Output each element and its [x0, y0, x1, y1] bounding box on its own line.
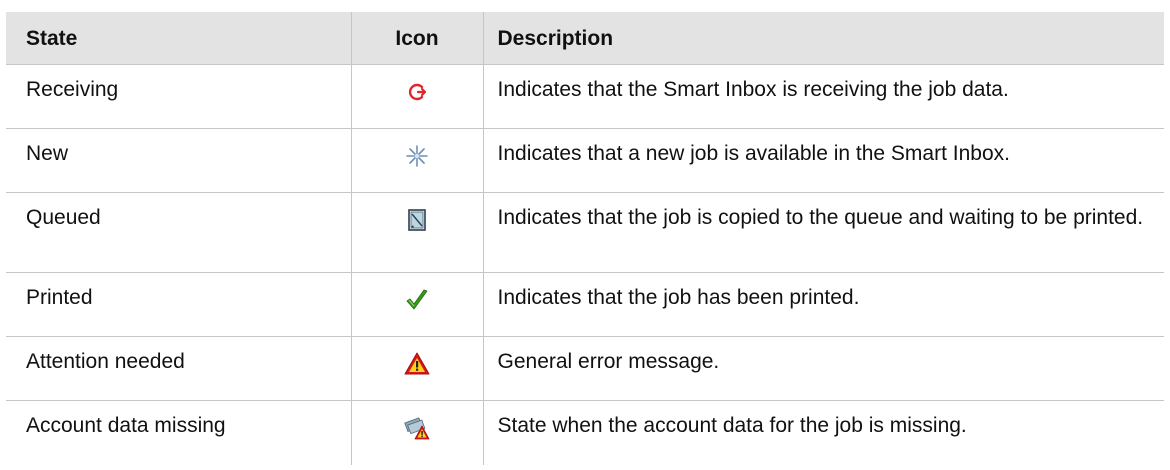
new-sparkle-icon — [404, 143, 430, 169]
description-cell: General error message. — [482, 336, 1164, 401]
receiving-icon — [404, 79, 430, 105]
state-cell: New — [6, 128, 351, 193]
table-row-printed: Printed Indicates that the job has been … — [6, 272, 1164, 337]
state-cell: Attention needed — [6, 336, 351, 401]
table-row-queued: Queued Indicates that the job is copied … — [6, 192, 1164, 273]
description-cell: Indicates that the job has been printed. — [482, 272, 1164, 337]
account-data-missing-icon — [404, 415, 430, 441]
description-cell: Indicates that a new job is available in… — [482, 128, 1164, 193]
state-cell: Queued — [6, 192, 351, 273]
state-cell: Account data missing — [26, 414, 226, 437]
table-row-receiving: Receiving Indicates that the Smart Inbox… — [6, 64, 1164, 129]
table-row-new: New Indicates that a new job is availabl… — [6, 128, 1164, 193]
icon-column-header: Icon — [350, 12, 483, 65]
table-row-attention-needed: Attention needed General error message. — [6, 336, 1164, 401]
description-cell: State when the account data for the job … — [482, 400, 1164, 465]
description-cell: Indicates that the job is copied to the … — [482, 192, 1164, 273]
state-cell: Printed — [6, 272, 351, 337]
job-states-table: State Icon Description Receiving Indicat… — [6, 12, 1164, 465]
table-header-row: State Icon Description — [6, 12, 1164, 65]
state-cell: Receiving — [6, 64, 351, 129]
queued-document-icon — [404, 207, 430, 233]
attention-warning-icon — [404, 351, 430, 377]
table-row-account-data-missing: Account data missing State when the acco… — [6, 400, 1164, 465]
description-column-header: Description — [482, 12, 1164, 65]
state-column-header: State — [6, 12, 351, 65]
printed-checkmark-icon — [404, 287, 430, 313]
description-cell: Indicates that the Smart Inbox is receiv… — [482, 64, 1164, 129]
